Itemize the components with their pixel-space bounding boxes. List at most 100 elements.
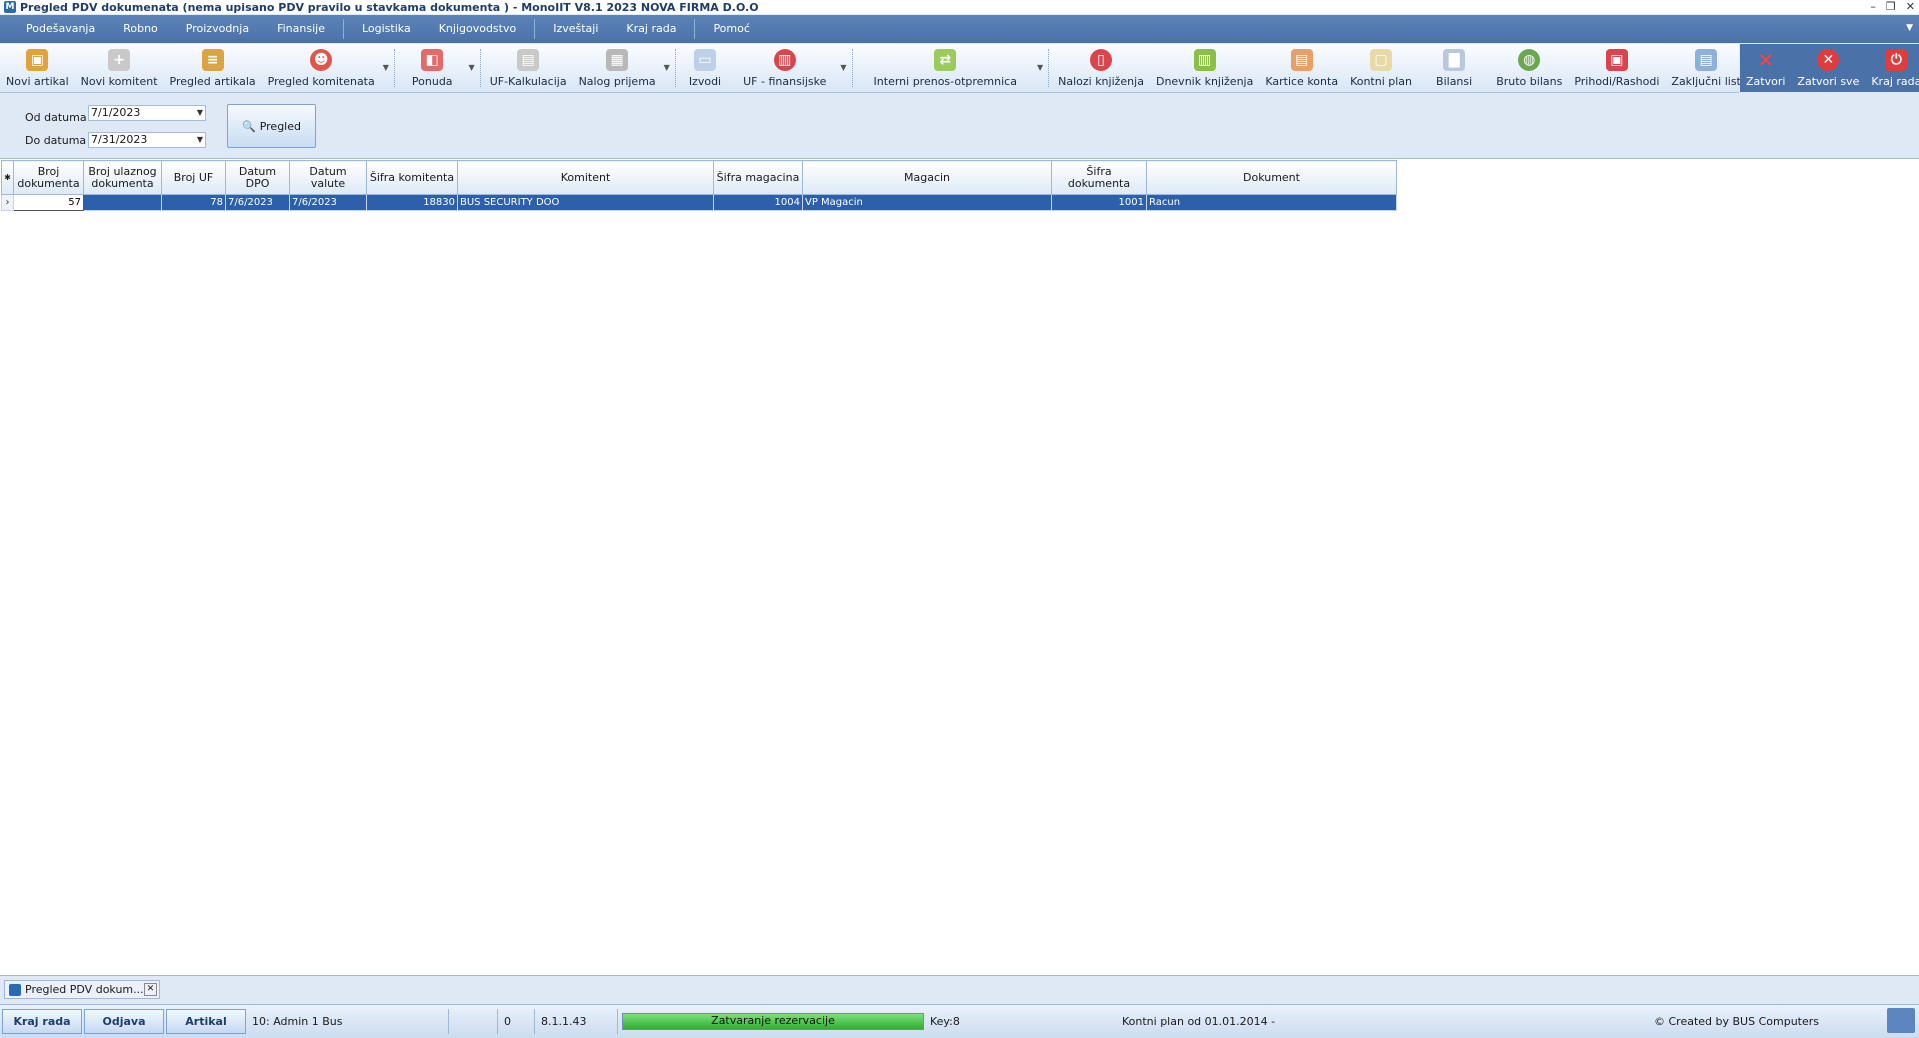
calendar-dropdown-icon[interactable]: ▼ xyxy=(197,106,203,120)
nalog-prijema-button[interactable]: ▦ Nalog prijema xyxy=(573,44,662,92)
table-cell[interactable]: 57 xyxy=(13,194,84,211)
od-datuma-value: 7/1/2023 xyxy=(91,106,141,119)
menu-chevron-icon[interactable]: ▼ xyxy=(1906,23,1913,33)
column-header[interactable]: Datum valute xyxy=(289,160,367,195)
copyright-text: © Created by BUS Computers xyxy=(1654,1015,1820,1028)
calendar-dropdown-icon[interactable]: ▼ xyxy=(197,133,203,147)
ponuda-button[interactable]: ◧ Ponuda xyxy=(398,44,467,92)
offer-icon: ◧ xyxy=(421,49,444,71)
progress-label: Zatvaranje rezervacije xyxy=(711,1014,835,1027)
do-datuma-input[interactable]: 7/31/2023 ▼ xyxy=(88,132,206,148)
status-separator xyxy=(448,1009,449,1034)
table-row[interactable]: › 57 78 7/6/2023 7/6/2023 18830 BUS SECU… xyxy=(1,194,1397,211)
dropdown-arrow-icon[interactable]: ▼ xyxy=(383,63,389,72)
column-header[interactable]: Datum DPO xyxy=(225,160,290,195)
menu-logistika[interactable]: Logistika xyxy=(348,15,425,43)
close-icon: ✕ xyxy=(1757,48,1775,72)
items-list-icon: ≡ xyxy=(201,49,224,71)
menu-podesavanja[interactable]: Podešavanja xyxy=(12,15,109,43)
nalozi-knjizenja-button[interactable]: ▯ Nalozi knjiženja xyxy=(1052,44,1150,92)
column-header[interactable]: Komitent xyxy=(457,160,714,195)
menu-kraj-rada[interactable]: Kraj rada xyxy=(612,15,690,43)
close-window-button[interactable]: ✕ xyxy=(1906,0,1915,13)
table-cell[interactable]: BUS SECURITY DOO xyxy=(457,194,714,211)
novi-komitent-button[interactable]: + Novi komitent xyxy=(75,44,164,92)
menu-knjigovodstvo[interactable]: Knjigovodstvo xyxy=(425,15,531,43)
status-separator xyxy=(617,1009,618,1034)
network-icon[interactable] xyxy=(1887,1008,1915,1033)
izvodi-button[interactable]: ▭ Izvodi xyxy=(679,44,731,92)
uf-kalkulacija-button[interactable]: ▤ UF-Kalkulacija xyxy=(484,44,573,92)
tab-close-icon[interactable]: ✕ xyxy=(144,983,157,996)
table-cell[interactable]: Racun xyxy=(1146,194,1397,211)
status-count: 0 xyxy=(504,1015,511,1028)
od-datuma-input[interactable]: 7/1/2023 ▼ xyxy=(88,105,206,121)
prihodi-rashodi-button[interactable]: ▣ Prihodi/Rashodi xyxy=(1568,44,1665,92)
kartice-konta-button[interactable]: ▤ Kartice konta xyxy=(1259,44,1344,92)
toolbar-separator xyxy=(851,49,853,87)
table-header-row: ✱ Broj dokumenta Broj ulaznog dokumenta … xyxy=(1,160,1397,195)
finance-icon: ▥ xyxy=(773,49,796,71)
row-indicator-icon[interactable]: › xyxy=(1,194,14,211)
receipt-order-icon: ▦ xyxy=(606,49,629,71)
zatvori-sve-button[interactable]: ✕ Zatvori sve xyxy=(1791,44,1865,92)
tab-pregled-pdv[interactable]: Pregled PDV dokum... ✕ xyxy=(4,980,160,999)
box-icon: ▣ xyxy=(26,49,49,71)
dropdown-arrow-icon[interactable]: ▼ xyxy=(664,63,670,72)
table-cell[interactable] xyxy=(83,194,162,211)
menu-finansije[interactable]: Finansije xyxy=(263,15,339,43)
statements-icon: ▭ xyxy=(693,49,716,71)
minimize-button[interactable]: – xyxy=(1870,0,1876,13)
dnevnik-knjizenja-button[interactable]: ▥ Dnevnik knjiženja xyxy=(1150,44,1259,92)
dropdown-arrow-icon[interactable]: ▼ xyxy=(840,63,846,72)
column-header[interactable]: Magacin xyxy=(802,160,1052,195)
novi-artikal-button[interactable]: ▣ Novi artikal xyxy=(0,44,75,92)
row-indicator-header: ✱ xyxy=(1,160,14,195)
odjava-button[interactable]: Odjava xyxy=(84,1009,164,1034)
zatvori-button[interactable]: ✕ Zatvori xyxy=(1740,44,1791,92)
interni-prenos-button[interactable]: ⇄ Interni prenos-otpremnica xyxy=(856,44,1035,92)
power-icon: ⏻ xyxy=(1885,49,1908,71)
artikal-button[interactable]: Artikal xyxy=(166,1009,246,1034)
table-cell[interactable]: 1004 xyxy=(713,194,803,211)
menu-bar: Podešavanja Robno Proizvodnja Finansije … xyxy=(0,15,1919,43)
table-cell[interactable]: 78 xyxy=(161,194,226,211)
account-cards-icon: ▤ xyxy=(1290,49,1313,71)
bruto-bilans-button[interactable]: ◍ Bruto bilans xyxy=(1490,44,1568,92)
column-header[interactable]: Dokument xyxy=(1146,160,1397,195)
menu-separator xyxy=(342,19,344,39)
menu-robno[interactable]: Robno xyxy=(109,15,172,43)
bilansi-button[interactable]: ▇ Bilansi xyxy=(1418,44,1490,92)
kraj-rada-toolbar-button[interactable]: ⏻ Kraj rada xyxy=(1865,44,1919,92)
table-cell[interactable]: 7/6/2023 xyxy=(289,194,367,211)
kraj-rada-status-button[interactable]: Kraj rada xyxy=(2,1009,82,1034)
column-header[interactable]: Broj UF xyxy=(161,160,226,195)
column-header[interactable]: Broj ulaznog dokumenta xyxy=(83,160,162,195)
table-cell[interactable]: 1001 xyxy=(1051,194,1147,211)
chart-of-accounts-icon: ▢ xyxy=(1370,49,1393,71)
dropdown-arrow-icon[interactable]: ▼ xyxy=(1037,63,1043,72)
pregled-artikala-button[interactable]: ≡ Pregled artikala xyxy=(164,44,262,92)
pregled-button[interactable]: 🔍 Pregled xyxy=(227,104,316,148)
menu-izvestaji[interactable]: Izveštaji xyxy=(539,15,612,43)
table-cell[interactable]: VP Magacin xyxy=(802,194,1052,211)
documents-grid: ✱ Broj dokumenta Broj ulaznog dokumenta … xyxy=(0,158,1919,975)
restore-button[interactable]: ❐ xyxy=(1886,0,1896,13)
uf-finansijske-button[interactable]: ▥ UF - finansijske xyxy=(731,44,838,92)
column-header[interactable]: Broj dokumenta xyxy=(13,160,84,195)
zakljucni-list-button[interactable]: ▤ Zaključni list xyxy=(1665,44,1746,92)
table-cell[interactable]: 18830 xyxy=(366,194,458,211)
kontni-plan-button[interactable]: ▢ Kontni plan xyxy=(1344,44,1418,92)
menu-proizvodnja[interactable]: Proizvodnja xyxy=(172,15,263,43)
pregled-komitenata-button[interactable]: ☻ Pregled komitenata xyxy=(262,44,381,92)
transfer-icon: ⇄ xyxy=(934,49,957,71)
menu-pomoc[interactable]: Pomoć xyxy=(699,15,763,43)
column-header[interactable]: Šifra komitenta xyxy=(366,160,458,195)
documents-table: ✱ Broj dokumenta Broj ulaznog dokumenta … xyxy=(1,160,1397,211)
window-title: Pregled PDV dokumenata (nema upisano PDV… xyxy=(20,0,759,14)
dropdown-arrow-icon[interactable]: ▼ xyxy=(469,63,475,72)
table-cell[interactable]: 7/6/2023 xyxy=(225,194,290,211)
column-header[interactable]: Šifra magacina xyxy=(713,160,803,195)
column-header[interactable]: Šifra dokumenta xyxy=(1051,160,1147,195)
final-sheet-icon: ▤ xyxy=(1695,49,1718,71)
